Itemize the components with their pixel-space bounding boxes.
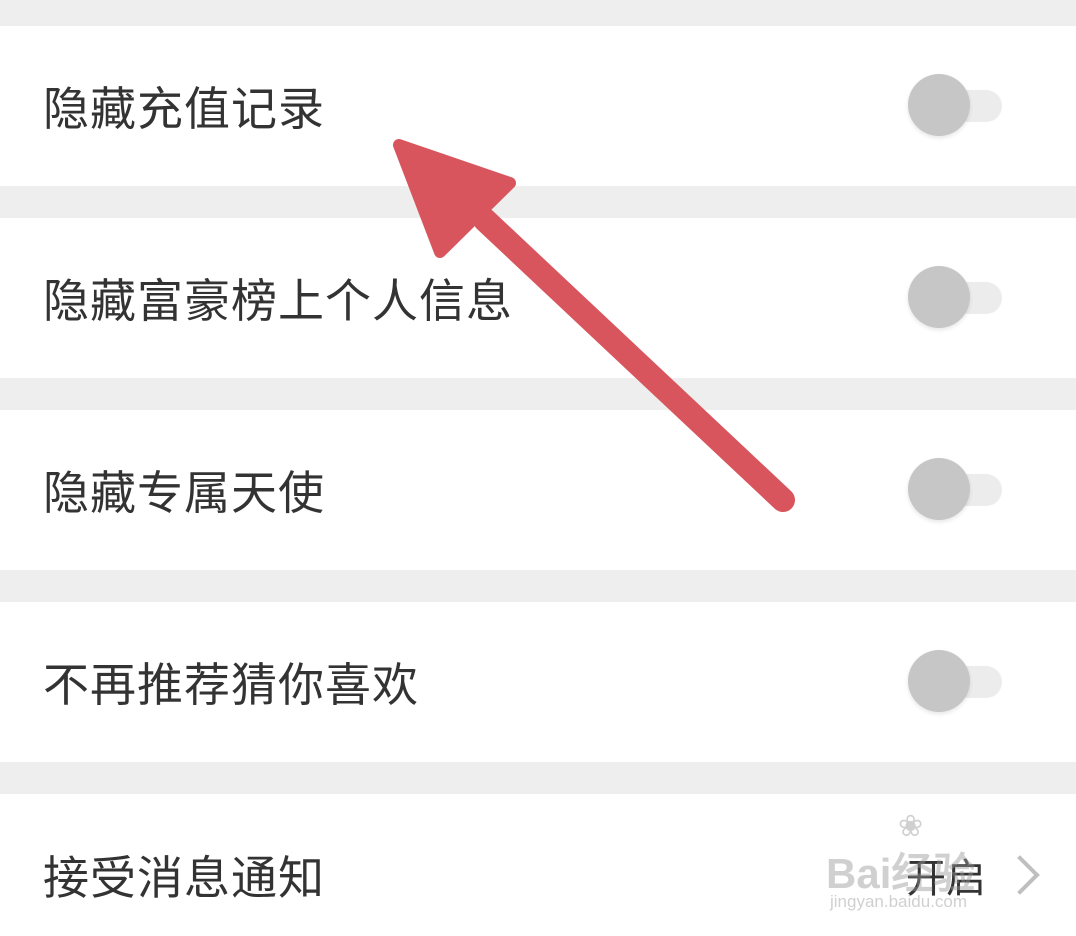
no-recommendations-toggle[interactable] bbox=[908, 650, 1004, 714]
setting-row-hide-recharge-record[interactable]: 隐藏充值记录 bbox=[0, 26, 1076, 186]
setting-row-message-notification[interactable]: 接受消息通知 开启 bbox=[0, 794, 1076, 936]
setting-row-no-recommendations[interactable]: 不再推荐猜你喜欢 bbox=[0, 602, 1076, 762]
setting-label: 不再推荐猜你喜欢 bbox=[43, 658, 419, 712]
settings-page: 隐藏充值记录 隐藏富豪榜上个人信息 隐藏专属天使 不再推荐猜你喜欢 接受消息通知… bbox=[0, 0, 1076, 936]
hide-exclusive-angel-toggle[interactable] bbox=[908, 458, 1004, 522]
toggle-knob bbox=[908, 650, 970, 712]
setting-row-hide-exclusive-angel[interactable]: 隐藏专属天使 bbox=[0, 410, 1076, 570]
setting-label: 接受消息通知 bbox=[43, 850, 325, 905]
setting-label: 隐藏充值记录 bbox=[43, 82, 325, 136]
hide-recharge-record-toggle[interactable] bbox=[908, 74, 1004, 138]
toggle-knob bbox=[908, 458, 970, 520]
hide-rich-list-info-toggle[interactable] bbox=[908, 266, 1004, 330]
toggle-knob bbox=[908, 266, 970, 328]
toggle-knob bbox=[908, 74, 970, 136]
setting-label: 隐藏专属天使 bbox=[43, 466, 325, 520]
chevron-right-icon bbox=[1000, 855, 1040, 895]
setting-row-hide-rich-list-info[interactable]: 隐藏富豪榜上个人信息 bbox=[0, 218, 1076, 378]
setting-label: 隐藏富豪榜上个人信息 bbox=[43, 274, 513, 328]
notification-status-value: 开启 bbox=[906, 855, 986, 902]
